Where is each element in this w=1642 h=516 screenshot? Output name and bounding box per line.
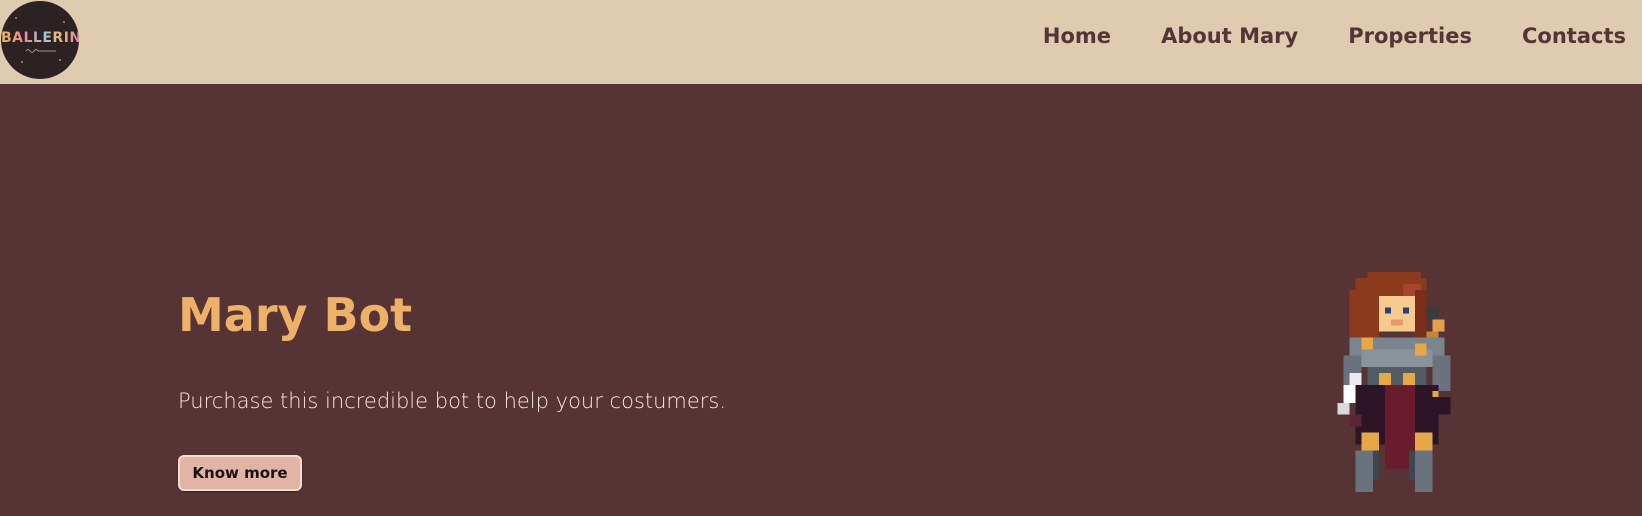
nav-link-home[interactable]: Home — [1043, 24, 1111, 48]
logo-sparkle — [63, 21, 65, 23]
nav-link-contacts[interactable]: Contacts — [1522, 24, 1626, 48]
logo-sparkle — [21, 61, 23, 63]
main-nav: Home About Mary Properties Contacts — [993, 24, 1626, 48]
logo-sparkle — [59, 59, 61, 61]
hero-subtitle: Purchase this incredible bot to help you… — [178, 389, 727, 413]
logo-squiggle-icon — [25, 49, 56, 53]
logo-sparkle — [15, 17, 17, 19]
nav-link-about-mary[interactable]: About Mary — [1161, 24, 1298, 48]
mary-bot-pixel-character — [1337, 272, 1451, 493]
nav-link-properties[interactable]: Properties — [1348, 24, 1472, 48]
hero-title: Mary Bot — [178, 288, 413, 342]
top-navbar: BALLERINI Home About Mary Properties Con… — [0, 0, 1642, 84]
know-more-button[interactable]: Know more — [178, 455, 302, 491]
brand-logo[interactable]: BALLERINI — [1, 1, 79, 79]
logo-wordmark: BALLERINI — [1, 30, 79, 46]
